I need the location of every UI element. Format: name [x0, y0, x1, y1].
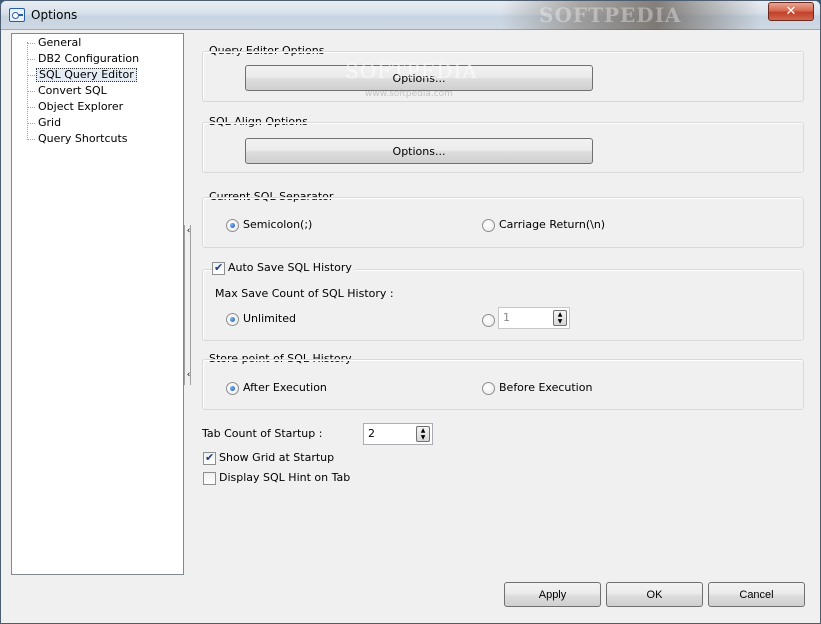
max-count-radio[interactable] [482, 313, 499, 327]
title-watermark: SOFTPEDIA [539, 3, 682, 27]
auto-save-sql-history-checkbox[interactable]: Auto Save SQL History [212, 261, 355, 275]
max-save-count-label: Max Save Count of SQL History : [215, 287, 394, 300]
spin-down-icon[interactable]: ▼ [554, 318, 566, 325]
collapse-arrow-icon[interactable]: ‹ [185, 227, 192, 236]
tree-connector [27, 43, 35, 44]
radio-unselected-icon[interactable] [482, 381, 495, 395]
spin-up-icon[interactable]: ▲ [417, 427, 429, 434]
tree-connector [27, 123, 35, 124]
after-execution-label: After Execution [243, 381, 327, 394]
spin-up-icon[interactable]: ▲ [554, 311, 566, 318]
sql-history-group [202, 269, 804, 341]
tab-count-label: Tab Count of Startup : [202, 427, 323, 440]
tree-connector [27, 139, 35, 140]
unlimited-label: Unlimited [243, 312, 296, 325]
after-execution-radio[interactable]: After Execution [226, 381, 327, 395]
semicolon-radio[interactable]: Semicolon(;) [226, 218, 312, 232]
tree-item-query-shortcuts[interactable]: Query Shortcuts [36, 132, 130, 146]
max-count-value: 1 [503, 311, 510, 324]
before-execution-radio[interactable]: Before Execution [482, 381, 592, 395]
unlimited-radio[interactable]: Unlimited [226, 312, 296, 326]
tab-count-spinner[interactable]: 2 ▲ ▼ [363, 423, 433, 445]
spinner-buttons[interactable]: ▲ ▼ [416, 426, 430, 442]
max-count-spinner[interactable]: 1 ▲ ▼ [498, 307, 570, 329]
app-icon [9, 8, 25, 22]
show-grid-checkbox[interactable]: Show Grid at Startup [203, 451, 334, 465]
tree-item-object-explorer[interactable]: Object Explorer [36, 100, 125, 114]
spinner-buttons[interactable]: ▲ ▼ [553, 310, 567, 326]
options-dialog: SOFTPEDIA Options ✕ General DB2 Configur… [0, 0, 821, 624]
tree-connector [27, 75, 35, 76]
carriage-return-label: Carriage Return(\n) [499, 218, 606, 231]
options-tree[interactable]: General DB2 Configuration SQL Query Edit… [11, 33, 184, 575]
ok-button[interactable]: OK [606, 582, 703, 607]
auto-save-label: Auto Save SQL History [228, 261, 352, 274]
spin-down-icon[interactable]: ▼ [417, 434, 429, 441]
apply-button[interactable]: Apply [504, 582, 601, 607]
splitter-handle[interactable]: ‹ ‹ [184, 225, 191, 385]
close-button[interactable]: ✕ [768, 2, 814, 21]
radio-selected-icon[interactable] [226, 312, 239, 326]
display-sql-hint-checkbox[interactable]: Display SQL Hint on Tab [203, 471, 350, 485]
before-execution-label: Before Execution [499, 381, 593, 394]
tree-item-general[interactable]: General [36, 36, 83, 50]
query-editor-options-button[interactable]: Options... [245, 65, 593, 91]
sql-align-options-button[interactable]: Options... [245, 138, 593, 164]
radio-selected-icon[interactable] [226, 218, 239, 232]
radio-unselected-icon[interactable] [482, 313, 495, 327]
tree-connector [27, 91, 35, 92]
carriage-return-radio[interactable]: Carriage Return(\n) [482, 218, 605, 232]
tree-connector [27, 107, 35, 108]
tree-item-db2-configuration[interactable]: DB2 Configuration [36, 52, 141, 66]
semicolon-label: Semicolon(;) [243, 218, 313, 231]
tab-count-value: 2 [368, 427, 375, 440]
collapse-arrow-icon[interactable]: ‹ [185, 371, 192, 380]
tree-item-sql-query-editor[interactable]: SQL Query Editor [36, 68, 137, 82]
tree-connector [27, 59, 35, 60]
tree-item-grid[interactable]: Grid [36, 116, 63, 130]
display-hint-label: Display SQL Hint on Tab [219, 471, 351, 484]
checkbox-unchecked-icon[interactable] [203, 471, 216, 485]
window-title: Options [31, 8, 78, 22]
title-bar[interactable]: SOFTPEDIA Options ✕ [1, 1, 820, 30]
checkbox-checked-icon[interactable] [212, 261, 225, 275]
cancel-button[interactable]: Cancel [708, 582, 805, 607]
radio-selected-icon[interactable] [226, 381, 239, 395]
tree-item-convert-sql[interactable]: Convert SQL [36, 84, 109, 98]
checkbox-checked-icon[interactable] [203, 451, 216, 465]
radio-unselected-icon[interactable] [482, 218, 495, 232]
show-grid-label: Show Grid at Startup [219, 451, 335, 464]
